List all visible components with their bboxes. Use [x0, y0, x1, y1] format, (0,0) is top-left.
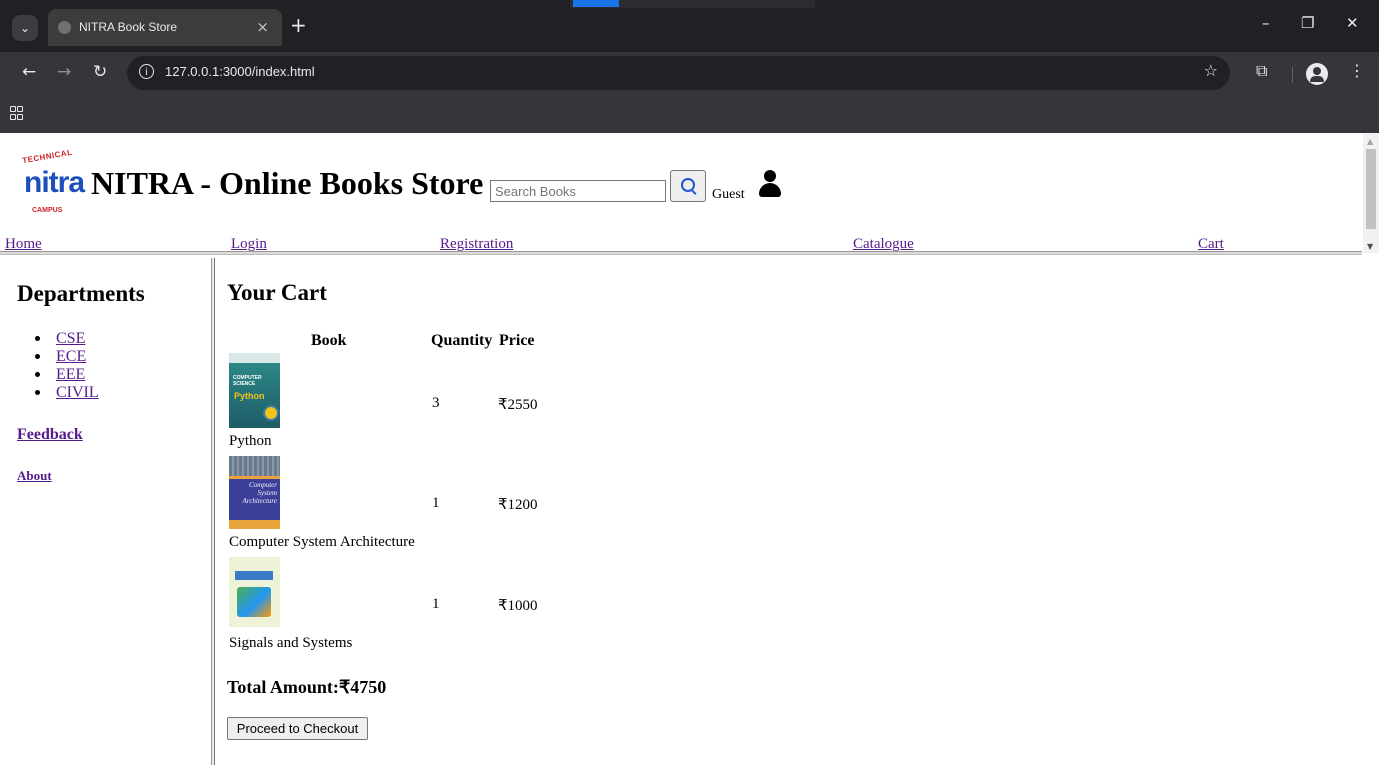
- site-info-icon[interactable]: i: [139, 64, 154, 79]
- restore-icon[interactable]: ❐: [1301, 14, 1314, 32]
- department-item: CIVIL: [19, 384, 99, 402]
- search-icon: [681, 178, 695, 192]
- book-cover-python: COMPUTER SCIENCE Python: [229, 353, 280, 428]
- book-price: ₹2550: [498, 397, 538, 413]
- department-link-eee[interactable]: EEE: [56, 366, 85, 383]
- proceed-to-checkout-button[interactable]: Proceed to Checkout: [227, 717, 368, 740]
- profile-avatar-icon[interactable]: [1306, 63, 1328, 85]
- department-item: CSE: [19, 330, 99, 348]
- browser-toolbar: ← → ↻ i 127.0.0.1:3000/index.html ☆ ⧉ ⋮: [0, 52, 1379, 96]
- book-quantity: 1: [432, 596, 440, 612]
- departments-heading: Departments: [17, 281, 145, 306]
- book-cover-signals-and-systems: [229, 557, 280, 627]
- scroll-down-arrow-icon[interactable]: ▼: [1367, 242, 1373, 251]
- extensions-puzzle-icon[interactable]: ⧉: [1256, 61, 1267, 81]
- nav-divider: [0, 251, 1362, 255]
- book-quantity: 3: [432, 395, 440, 411]
- new-tab-button[interactable]: +: [290, 13, 307, 37]
- cart-heading: Your Cart: [227, 280, 327, 305]
- department-link-civil[interactable]: CIVIL: [56, 384, 99, 401]
- site-title: NITRA - Online Books Store: [91, 165, 484, 201]
- apps-grid-icon[interactable]: [10, 106, 23, 120]
- about-link[interactable]: About: [17, 468, 52, 484]
- total-amount: Total Amount:₹4750: [227, 677, 387, 697]
- departments-list: CSE ECE EEE CIVIL: [19, 330, 99, 402]
- department-item: EEE: [19, 366, 99, 384]
- logo-word: nitra: [24, 166, 85, 199]
- column-header-price: Price: [499, 332, 535, 349]
- cover-title-text: COMPUTER SCIENCE: [233, 375, 262, 387]
- forward-arrow-icon[interactable]: →: [57, 62, 71, 82]
- header-scrollbar[interactable]: ▲ ▼: [1363, 133, 1379, 253]
- sidebar-divider[interactable]: [211, 258, 215, 765]
- book-name: Signals and Systems: [229, 635, 353, 651]
- book-name: Python: [229, 433, 272, 449]
- tab-strip-indicator-accent: [573, 0, 619, 7]
- book-price: ₹1200: [498, 497, 538, 513]
- logo-bottom-text: CAMPUS: [32, 207, 63, 214]
- book-quantity: 1: [432, 495, 440, 511]
- cover-title-text: Computer System Architecture: [242, 481, 277, 505]
- address-bar[interactable]: i 127.0.0.1:3000/index.html ☆: [127, 56, 1230, 90]
- address-url[interactable]: 127.0.0.1:3000/index.html: [165, 64, 315, 79]
- user-label: Guest: [712, 187, 745, 202]
- tab-title: NITRA Book Store: [79, 20, 178, 34]
- tab-close-icon[interactable]: ×: [256, 18, 269, 36]
- browser-tab-active[interactable]: NITRA Book Store ×: [48, 9, 282, 46]
- bookmarks-bar: [0, 96, 1379, 133]
- search-button[interactable]: [670, 170, 706, 202]
- scroll-up-arrow-icon[interactable]: ▲: [1367, 137, 1373, 146]
- book-price: ₹1000: [498, 598, 538, 614]
- cover-subtitle-text: Python: [234, 391, 265, 401]
- book-cover-computer-system-architecture: Computer System Architecture: [229, 456, 280, 529]
- minimize-icon[interactable]: –: [1262, 14, 1270, 32]
- column-header-quantity: Quantity: [431, 332, 493, 349]
- close-window-icon[interactable]: ✕: [1346, 14, 1359, 32]
- main-nav: Home Login Registration Catalogue Cart: [0, 233, 1362, 252]
- book-name: Computer System Architecture: [229, 534, 415, 550]
- back-arrow-icon[interactable]: ←: [22, 62, 36, 82]
- column-header-book: Book: [311, 332, 347, 349]
- department-item: ECE: [19, 348, 99, 366]
- toolbar-divider: [1292, 67, 1293, 83]
- department-link-ece[interactable]: ECE: [56, 348, 86, 365]
- scrollbar-thumb[interactable]: [1366, 149, 1376, 229]
- reload-icon[interactable]: ↻: [93, 62, 107, 82]
- page-viewport: [0, 133, 1379, 765]
- feedback-link[interactable]: Feedback: [17, 426, 83, 444]
- nitra-logo: TECHNICAL nitra CAMPUS: [18, 148, 88, 220]
- bookmark-star-icon[interactable]: ☆: [1204, 61, 1218, 80]
- tab-strip-indicator: [570, 0, 815, 8]
- more-menu-icon[interactable]: ⋮: [1349, 61, 1365, 80]
- user-icon[interactable]: [759, 170, 781, 198]
- tab-favicon-icon: [58, 21, 71, 34]
- search-input[interactable]: [490, 180, 666, 202]
- department-link-cse[interactable]: CSE: [56, 330, 85, 347]
- browser-tab-strip: ⌄ NITRA Book Store × + – ❐ ✕: [0, 0, 1379, 52]
- tab-search-chevron-icon[interactable]: ⌄: [12, 15, 38, 41]
